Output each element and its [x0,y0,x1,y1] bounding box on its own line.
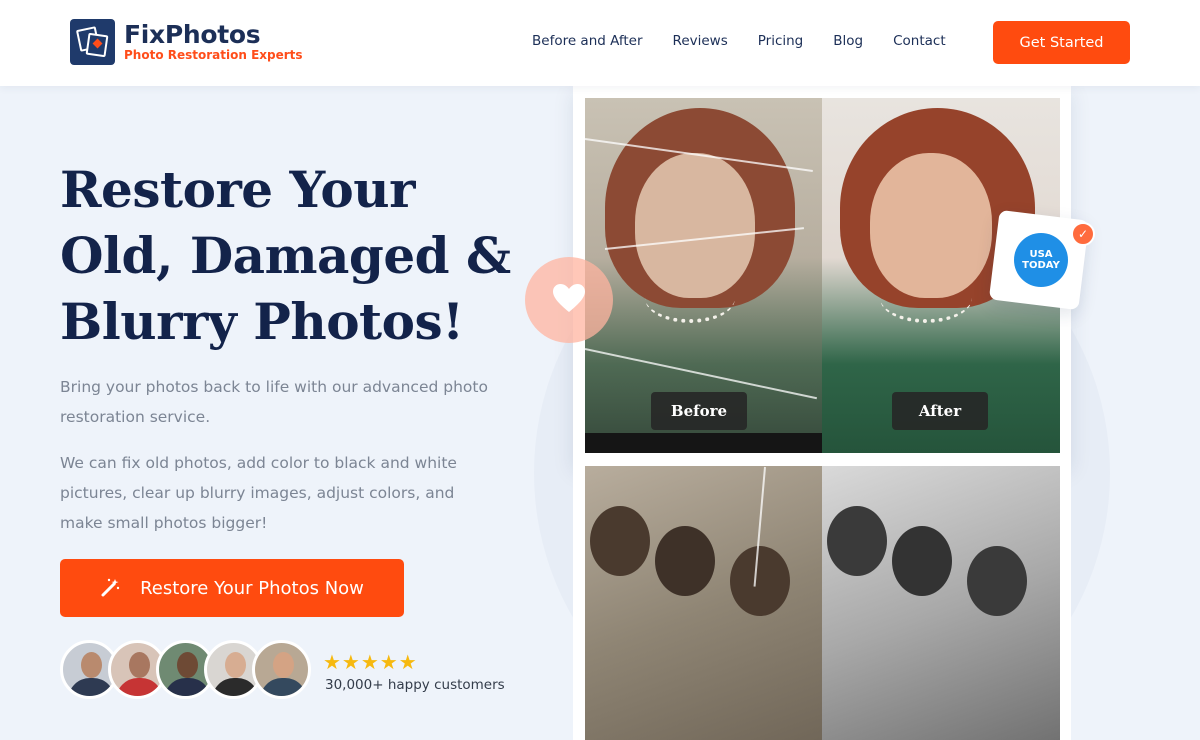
check-icon: ✓ [1071,222,1095,246]
main-nav: Before and After Reviews Pricing Blog Co… [532,33,976,49]
before-photo-children [585,466,822,740]
hero-description: We can fix old photos, add color to blac… [60,454,457,532]
hero-intro: Bring your photos back to life with our … [60,378,488,426]
brand-name: FixPhotos [124,20,261,49]
usa-today-badge: USA TODAY [1014,233,1068,287]
logo-text: FixPhotos Photo Restoration Experts [124,20,303,63]
hero-title: Restore Your Old, Damaged & Blurry Photo… [60,160,511,351]
nav-before-and-after[interactable]: Before and After [532,33,643,49]
after-photo-children [822,466,1060,740]
get-started-button[interactable]: Get Started [993,21,1130,64]
nav-pricing[interactable]: Pricing [758,33,804,49]
heart-icon [552,283,586,318]
site-header: FixPhotos Photo Restoration Experts Befo… [0,0,1200,86]
avatar [252,640,311,699]
logo[interactable]: FixPhotos Photo Restoration Experts [70,19,303,65]
nav-blog[interactable]: Blog [833,33,863,49]
before-label: Before [651,392,747,430]
nav-reviews[interactable]: Reviews [673,33,728,49]
happy-customers-text: 30,000+ happy customers [325,677,505,693]
heart-bubble [525,257,613,343]
customer-avatars [60,640,311,699]
logo-icon [70,19,115,65]
nav-contact[interactable]: Contact [893,33,946,49]
brand-tagline: Photo Restoration Experts [124,48,303,62]
restore-photos-label: Restore Your Photos Now [140,577,364,599]
magic-wand-icon [100,578,120,598]
star-rating: ★★★★★ [323,650,418,674]
restore-photos-button[interactable]: Restore Your Photos Now [60,559,404,617]
after-label: After [892,392,988,430]
